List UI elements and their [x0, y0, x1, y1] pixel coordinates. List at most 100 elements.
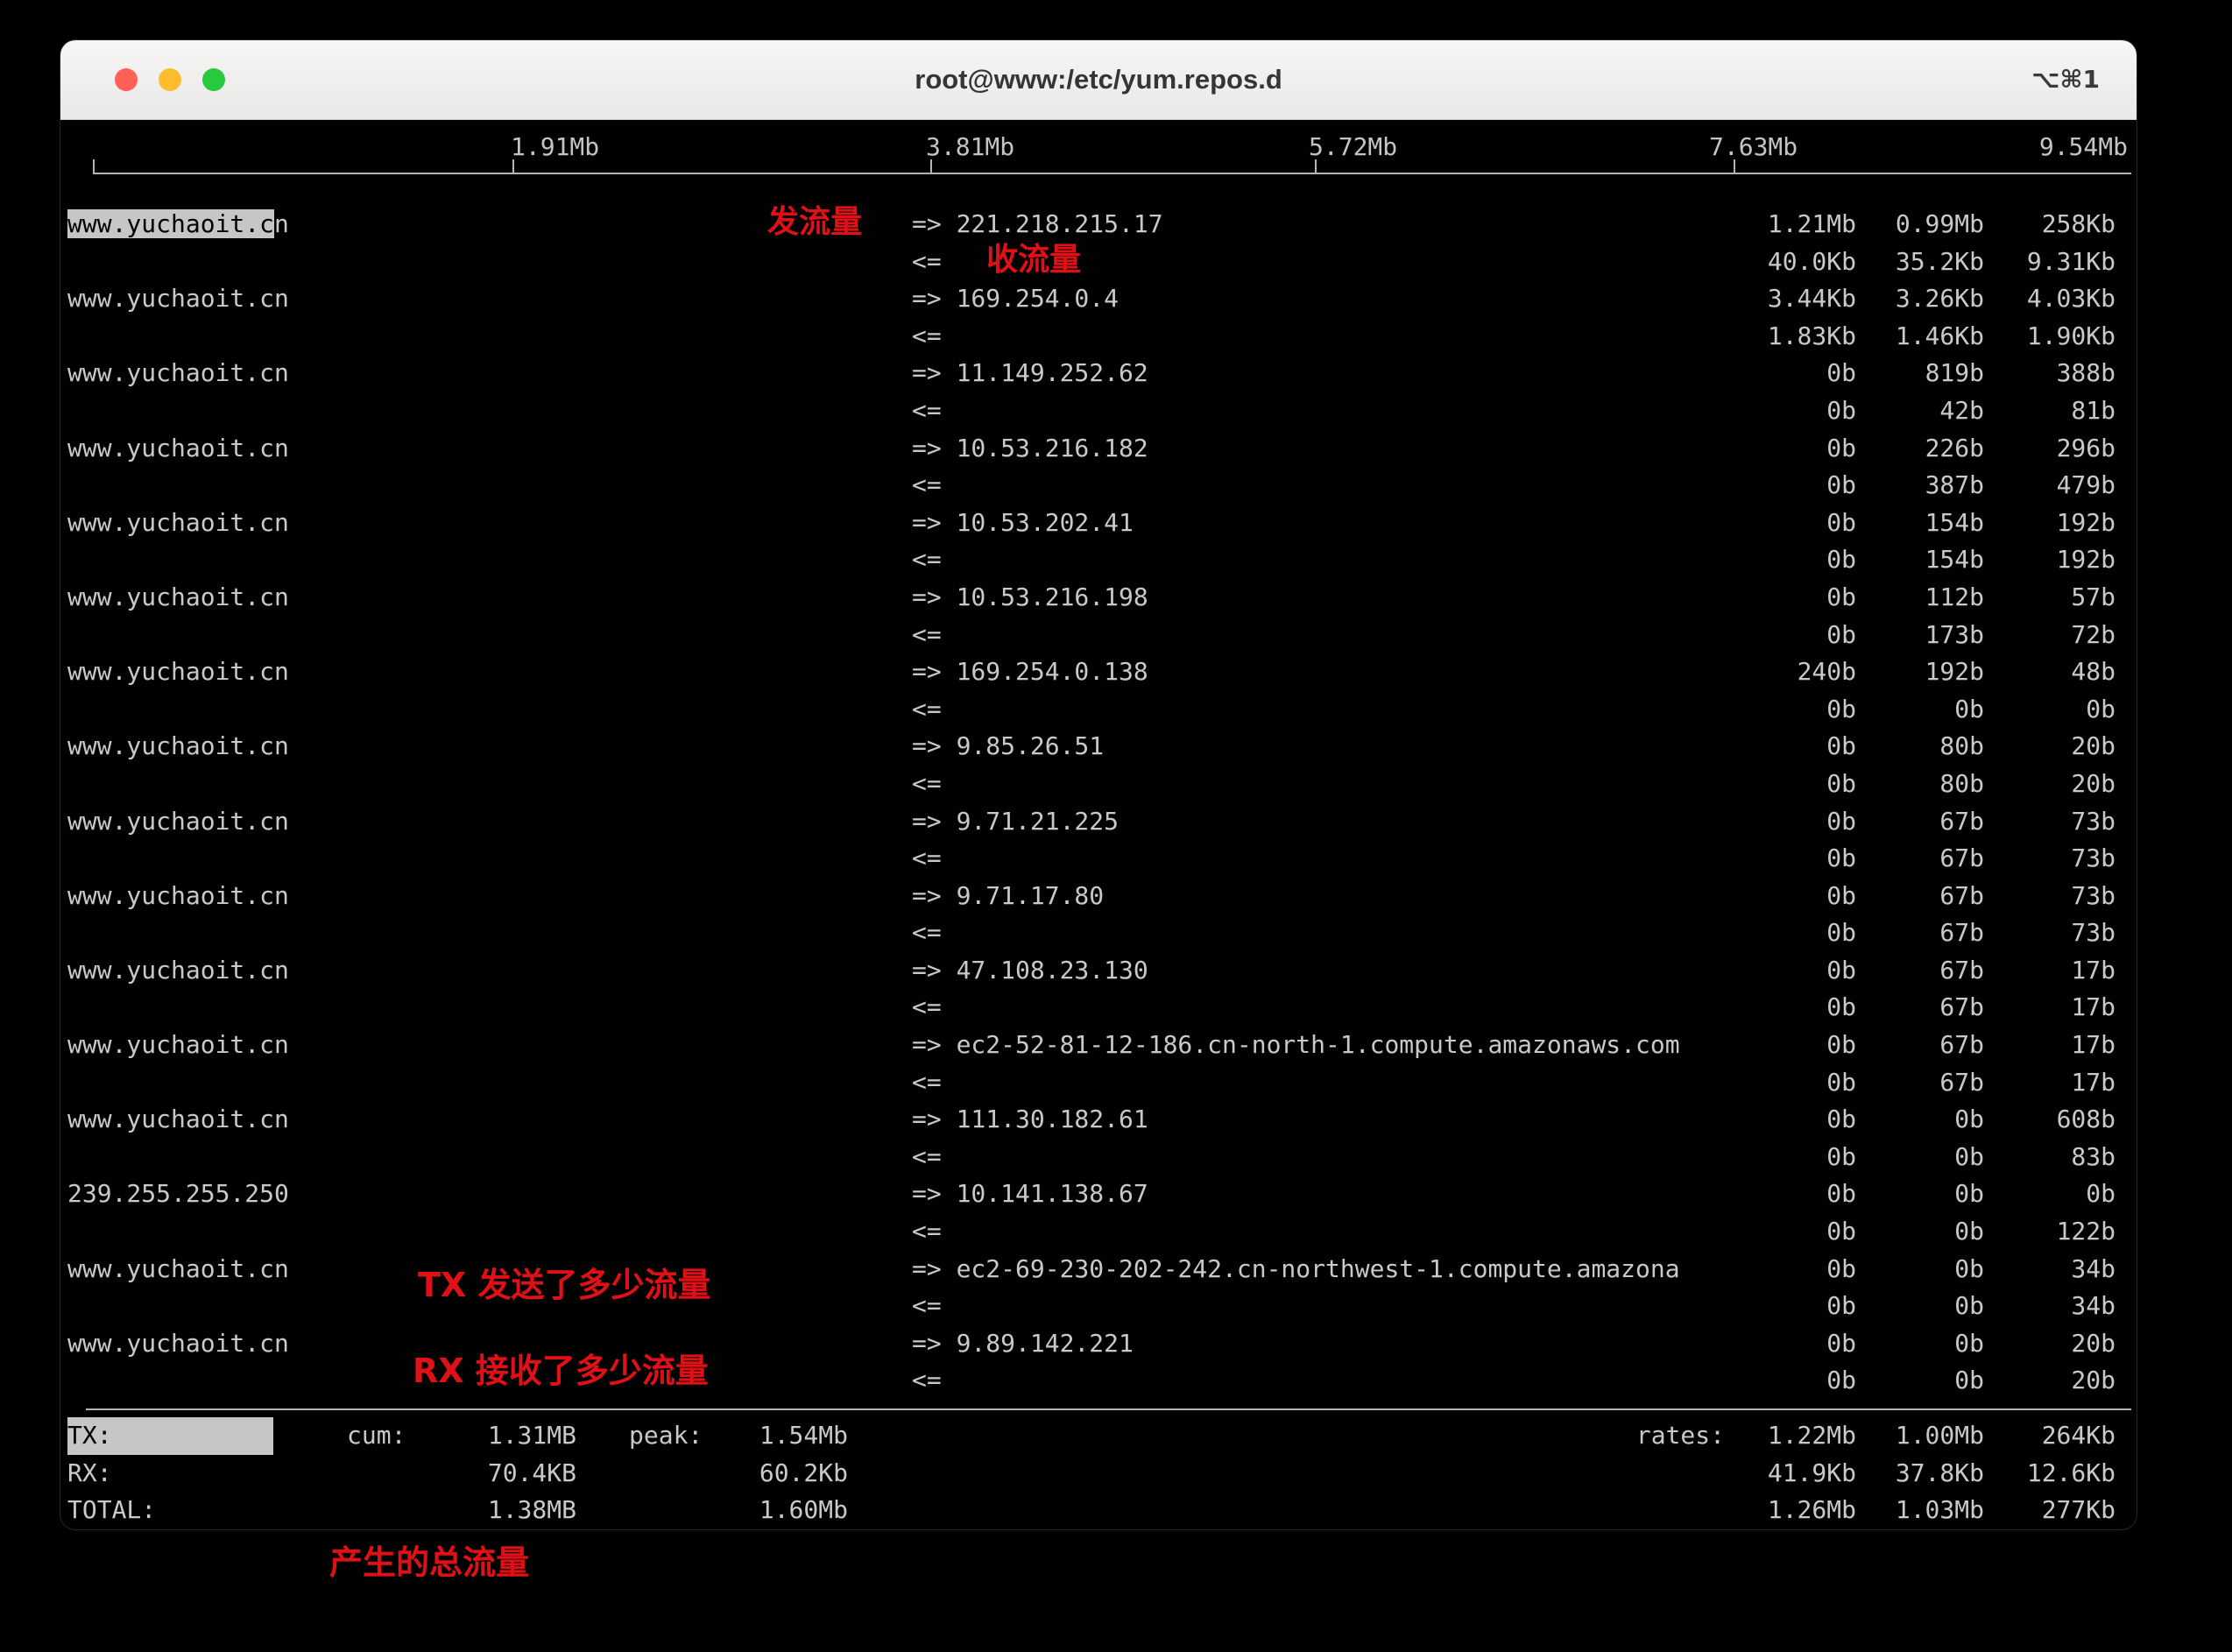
spacer [848, 1417, 1628, 1455]
tx-arrow-destination: => 9.71.21.225 [912, 803, 1725, 841]
connection-pair: www.yuchaoit.cn => 111.30.182.61 0b 0b 6… [67, 1101, 2115, 1175]
source-host-spacer [67, 766, 912, 803]
tx-rate-2s: 240b [1725, 653, 1856, 691]
rx-rate-10s: 80b [1856, 766, 1984, 803]
rx-rate-10s: 67b [1856, 840, 1984, 878]
peak-label: peak: [629, 1417, 710, 1455]
rx-arrow: <= [912, 617, 1725, 654]
rx-rate-10s: 387b [1856, 467, 1984, 505]
window-title: root@www:/etc/yum.repos.d [60, 40, 2137, 119]
rx-rate-40s: 122b [1984, 1213, 2115, 1251]
cum-label: cum: [347, 1417, 419, 1455]
rx-rate-40s: 17b [1984, 989, 2115, 1027]
bandwidth-scale-ruler: 1.91Mb3.81Mb5.72Mb7.63Mb9.54Mb [67, 120, 2115, 206]
tx-arrow-destination: => ec2-52-81-12-186.cn-north-1.compute.a… [912, 1027, 1725, 1064]
tx-rate-10s: 226b [1856, 430, 1984, 468]
screen: root@www:/etc/yum.repos.d ⌥⌘1 1.91Mb3.81… [0, 0, 2232, 1652]
source-host-spacer [67, 1139, 912, 1176]
rx-arrow: <= [912, 766, 1725, 803]
rate-10s: 37.8Kb [1856, 1455, 1984, 1493]
connection-pair: www.yuchaoit.cn => ec2-52-81-12-186.cn-n… [67, 1027, 2115, 1101]
rx-line: <= 0b 67b 17b [67, 989, 2115, 1027]
cum-label [347, 1492, 419, 1529]
rx-rate-40s: 192b [1984, 541, 2115, 579]
rx-line: <= 0b 67b 73b [67, 840, 2115, 878]
tx-rate-2s: 0b [1725, 1251, 1856, 1288]
summary-separator [86, 1408, 2131, 1410]
tx-rate-2s: 0b [1725, 878, 1856, 915]
cum-value: 1.31MB [419, 1417, 576, 1455]
rx-arrow: <= [912, 1288, 1725, 1325]
source-host-spacer [67, 392, 912, 430]
rx-arrow: <= [912, 989, 1725, 1027]
tx-arrow-destination: => ec2-69-230-202-242.cn-northwest-1.com… [912, 1251, 1725, 1288]
rx-line: <= 0b 80b 20b [67, 766, 2115, 803]
spacer [576, 1492, 629, 1529]
tx-rate-40s: 17b [1984, 1027, 2115, 1064]
spacer [576, 1455, 629, 1493]
rx-line: <= 40.0Kb 35.2Kb 9.31Kb [67, 244, 2115, 281]
tx-line: www.yuchaoit.cn => 111.30.182.61 0b 0b 6… [67, 1101, 2115, 1139]
rx-rate-2s: 0b [1725, 989, 1856, 1027]
rx-rate-10s: 42b [1856, 392, 1984, 430]
scale-tick [93, 159, 95, 173]
tx-rate-40s: 388b [1984, 355, 2115, 392]
connection-pair: www.yuchaoit.cn => 9.71.21.225 0b 67b 73… [67, 803, 2115, 878]
tx-line: www.yuchaoit.cn => 10.53.216.182 0b 226b… [67, 430, 2115, 468]
tx-rate-40s: 4.03Kb [1984, 280, 2115, 318]
source-host-spacer [67, 914, 912, 952]
zoom-button[interactable] [202, 68, 225, 91]
annotation-rx-direction: 收流量 [986, 241, 1081, 279]
source-host: www.yuchaoit.cn [67, 878, 912, 915]
rx-arrow: <= [912, 840, 1725, 878]
tx-rate-40s: 57b [1984, 579, 2115, 617]
tx-rate-10s: 67b [1856, 1027, 1984, 1064]
cum-value: 1.38MB [419, 1492, 576, 1529]
rx-arrow: <= [912, 467, 1725, 505]
spacer [273, 1492, 347, 1529]
tx-rate-40s: 20b [1984, 1325, 2115, 1363]
minimize-button[interactable] [159, 68, 181, 91]
connection-pair: www.yuchaoit.cn => 9.85.26.51 0b 80b 20b… [67, 728, 2115, 802]
tx-arrow-destination: => 11.149.252.62 [912, 355, 1725, 392]
rate-10s: 1.03Mb [1856, 1492, 1984, 1529]
connection-pair: www.yuchaoit.cn => 169.254.0.138 240b 19… [67, 653, 2115, 728]
tx-arrow-destination: => 9.85.26.51 [912, 728, 1725, 766]
tx-line: www.yuchaoit.cn => 9.85.26.51 0b 80b 20b [67, 728, 2115, 766]
tx-rate-40s: 0b [1984, 1175, 2115, 1213]
peak-value: 60.2Kb [710, 1455, 848, 1493]
tx-arrow-destination: => 169.254.0.4 [912, 280, 1725, 318]
scale-label: 1.91Mb [511, 129, 599, 166]
summary-row: RX:70.4KB60.2Kb41.9Kb37.8Kb12.6Kb [67, 1455, 2115, 1493]
rx-rate-10s: 0b [1856, 691, 1984, 729]
tx-rate-40s: 48b [1984, 653, 2115, 691]
tx-arrow-destination: => 10.53.216.182 [912, 430, 1725, 468]
rx-line: <= 0b 173b 72b [67, 617, 2115, 654]
connection-pair: www.yuchaoit.cn => 47.108.23.130 0b 67b … [67, 952, 2115, 1027]
source-host-spacer [67, 691, 912, 729]
scale-tick [512, 159, 514, 173]
rx-rate-2s: 0b [1725, 392, 1856, 430]
titlebar[interactable]: root@www:/etc/yum.repos.d ⌥⌘1 [60, 40, 2137, 120]
tx-rate-2s: 3.44Kb [1725, 280, 1856, 318]
terminal-content[interactable]: 1.91Mb3.81Mb5.72Mb7.63Mb9.54Mb 发流量 收流量 T… [60, 120, 2137, 1531]
summary-row: TX:cum:1.31MBpeak:1.54Mbrates:1.22Mb1.00… [67, 1417, 2115, 1455]
rates-label [1628, 1492, 1725, 1529]
tx-arrow-destination: => 9.89.142.221 [912, 1325, 1725, 1363]
tx-rate-40s: 192b [1984, 505, 2115, 542]
rx-line: <= 0b 67b 17b [67, 1064, 2115, 1102]
rx-rate-2s: 0b [1725, 914, 1856, 952]
tx-line: www.yuchaoit.cn => 169.254.0.138 240b 19… [67, 653, 2115, 691]
rx-rate-2s: 0b [1725, 617, 1856, 654]
source-host-spacer [67, 840, 912, 878]
rx-arrow: <= [912, 914, 1725, 952]
rx-rate-2s: 0b [1725, 1064, 1856, 1102]
connection-pair: www.yuchaoit.cn => ec2-69-230-202-242.cn… [67, 1251, 2115, 1325]
tx-rate-2s: 0b [1725, 1027, 1856, 1064]
rx-rate-10s: 0b [1856, 1362, 1984, 1400]
tx-rate-10s: 67b [1856, 878, 1984, 915]
tx-rate-10s: 819b [1856, 355, 1984, 392]
close-button[interactable] [115, 68, 138, 91]
rx-rate-10s: 0b [1856, 1139, 1984, 1176]
rx-rate-2s: 0b [1725, 1139, 1856, 1176]
